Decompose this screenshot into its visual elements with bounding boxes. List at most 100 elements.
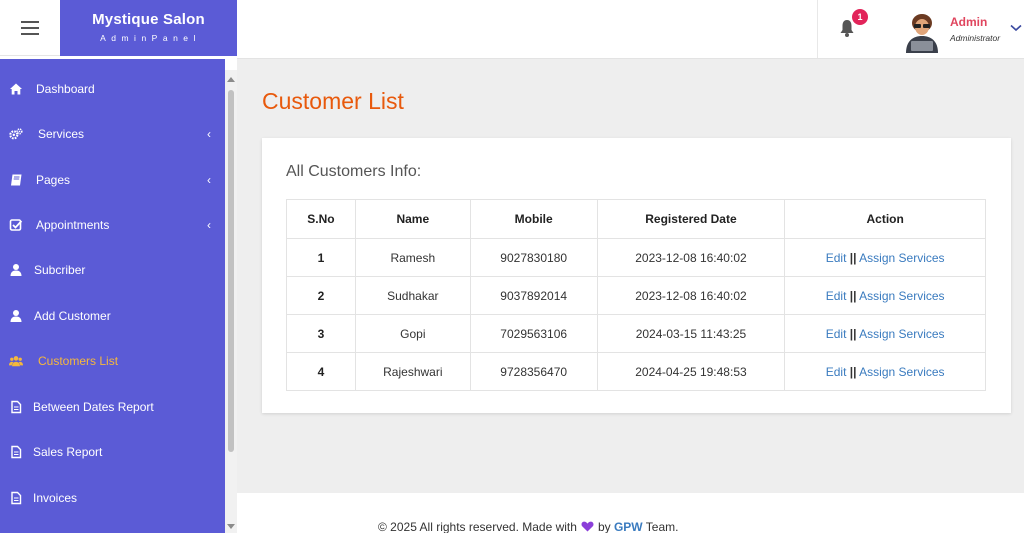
customers-card: All Customers Info: S.No Name Mobile Reg…: [262, 138, 1011, 413]
sidebar-item-label: Add Customer: [34, 309, 111, 323]
sidebar-item-label: Invoices: [33, 491, 78, 505]
heart-icon: [581, 521, 594, 532]
sidebar-item-add-customer[interactable]: Add Customer: [0, 296, 225, 336]
sidebar-item-sales-report[interactable]: Sales Report: [0, 432, 225, 472]
brand-logo[interactable]: Mystique Salon AdminPanel: [60, 0, 237, 56]
cell-mobile: 9037892014: [469, 276, 598, 315]
footer: © 2025 All rights reserved. Made with by …: [237, 493, 1024, 533]
notification-badge: 1: [852, 9, 868, 25]
user-icon: [10, 310, 22, 322]
sidebar-item-appointments[interactable]: Appointments ‹: [0, 205, 225, 245]
sidebar-item-label: Between Dates Report: [33, 400, 154, 414]
cell-name: Ramesh: [354, 238, 471, 277]
cell-sno: 3: [286, 314, 356, 353]
file-icon: [11, 491, 22, 505]
card-title: All Customers Info:: [286, 163, 422, 180]
sidebar-item-customers-list[interactable]: Customers List: [0, 341, 225, 381]
chevron-left-icon: ‹: [207, 127, 211, 141]
action-separator: ||: [849, 288, 857, 303]
sidebar-item-between-dates-report[interactable]: Between Dates Report: [0, 387, 225, 427]
action-separator: ||: [849, 364, 857, 379]
user-name[interactable]: Admin: [950, 15, 987, 29]
column-header-name: Name: [354, 199, 471, 239]
cell-action: Edit || Assign Services: [784, 276, 986, 315]
scroll-down-arrow-icon[interactable]: [227, 524, 235, 529]
cell-name: Rajeshwari: [354, 352, 471, 391]
user-role: Administrator: [950, 33, 1001, 43]
cell-registered-date: 2024-03-15 11:43:25: [596, 314, 786, 353]
edit-link[interactable]: Edit: [826, 289, 847, 303]
scroll-up-arrow-icon[interactable]: [227, 77, 235, 82]
header-divider: [817, 0, 818, 58]
book-icon: [11, 174, 22, 186]
sidebar-item-label: Customers List: [38, 354, 119, 368]
check-square-icon: [9, 219, 23, 231]
avatar[interactable]: [902, 9, 942, 53]
brand-subtitle: AdminPanel: [100, 33, 201, 43]
assign-services-link[interactable]: Assign Services: [859, 365, 944, 379]
cell-registered-date: 2023-12-08 16:40:02: [596, 276, 786, 315]
sidebar-item-dashboard[interactable]: Dashboard: [0, 69, 225, 109]
sidebar-item-label: Services: [38, 127, 85, 141]
sidebar-item-label: Appointments: [36, 218, 110, 232]
table-row: 2 Sudhakar 9037892014 2023-12-08 16:40:0…: [286, 276, 986, 315]
cell-name: Sudhakar: [354, 276, 471, 315]
cell-mobile: 7029563106: [469, 314, 598, 353]
cell-sno: 2: [286, 276, 356, 315]
sidebar-item-subscriber[interactable]: Subcriber: [0, 250, 225, 290]
footer-copyright: © 2025 All rights reserved. Made with: [378, 520, 577, 533]
sidebar: Dashboard Services ‹ Pages ‹ Appointment…: [0, 59, 225, 533]
users-icon: [9, 356, 23, 367]
sidebar-item-services[interactable]: Services ‹: [0, 114, 225, 154]
action-separator: ||: [849, 250, 857, 265]
sidebar-item-label: Subcriber: [34, 263, 86, 277]
table-row: 4 Rajeshwari 9728356470 2024-04-25 19:48…: [286, 352, 986, 391]
assign-services-link[interactable]: Assign Services: [859, 327, 944, 341]
main-content: Customer List All Customers Info: S.No N…: [237, 59, 1024, 493]
file-icon: [11, 400, 22, 414]
brand-title: Mystique Salon: [92, 11, 205, 28]
home-icon: [10, 83, 22, 95]
action-separator: ||: [849, 326, 857, 341]
sidebar-scrollbar[interactable]: [225, 70, 237, 533]
cell-action: Edit || Assign Services: [784, 352, 986, 391]
table-header-row: S.No Name Mobile Registered Date Action: [286, 199, 986, 239]
edit-link[interactable]: Edit: [826, 365, 847, 379]
hamburger-icon: [21, 20, 39, 35]
edit-link[interactable]: Edit: [826, 251, 847, 265]
sidebar-item-invoices[interactable]: Invoices: [0, 478, 225, 518]
assign-services-link[interactable]: Assign Services: [859, 251, 944, 265]
customers-table: S.No Name Mobile Registered Date Action …: [286, 199, 986, 391]
cell-mobile: 9728356470: [469, 352, 598, 391]
cell-sno: 1: [286, 238, 356, 277]
column-header-mobile: Mobile: [469, 199, 598, 239]
file-icon: [11, 445, 22, 459]
chevron-left-icon: ‹: [207, 173, 211, 187]
assign-services-link[interactable]: Assign Services: [859, 289, 944, 303]
page-title: Customer List: [262, 88, 404, 114]
cell-action: Edit || Assign Services: [784, 238, 986, 277]
footer-team: Team.: [645, 520, 679, 533]
chevron-left-icon: ‹: [207, 218, 211, 232]
edit-link[interactable]: Edit: [826, 327, 847, 341]
scrollbar-thumb[interactable]: [228, 90, 234, 452]
cell-name: Gopi: [354, 314, 471, 353]
sidebar-toggle-button[interactable]: [0, 0, 60, 56]
footer-by: by: [597, 520, 611, 533]
sidebar-item-label: Sales Report: [33, 445, 103, 459]
cell-registered-date: 2024-04-25 19:48:53: [596, 352, 786, 391]
footer-text: © 2025 All rights reserved. Made with by …: [378, 520, 678, 533]
column-header-sno: S.No: [286, 199, 356, 239]
column-header-action: Action: [784, 199, 986, 239]
chevron-down-icon[interactable]: [1010, 24, 1022, 32]
team-link[interactable]: GPW: [614, 520, 643, 533]
sidebar-item-label: Dashboard: [36, 82, 95, 96]
sidebar-item-pages[interactable]: Pages ‹: [0, 160, 225, 200]
gears-icon: [9, 128, 23, 140]
user-icon: [10, 264, 22, 276]
table-row: 1 Ramesh 9027830180 2023-12-08 16:40:02 …: [286, 238, 986, 277]
cell-sno: 4: [286, 352, 356, 391]
cell-registered-date: 2023-12-08 16:40:02: [596, 238, 786, 277]
table-row: 3 Gopi 7029563106 2024-03-15 11:43:25 Ed…: [286, 314, 986, 353]
sidebar-item-label: Pages: [36, 173, 71, 187]
